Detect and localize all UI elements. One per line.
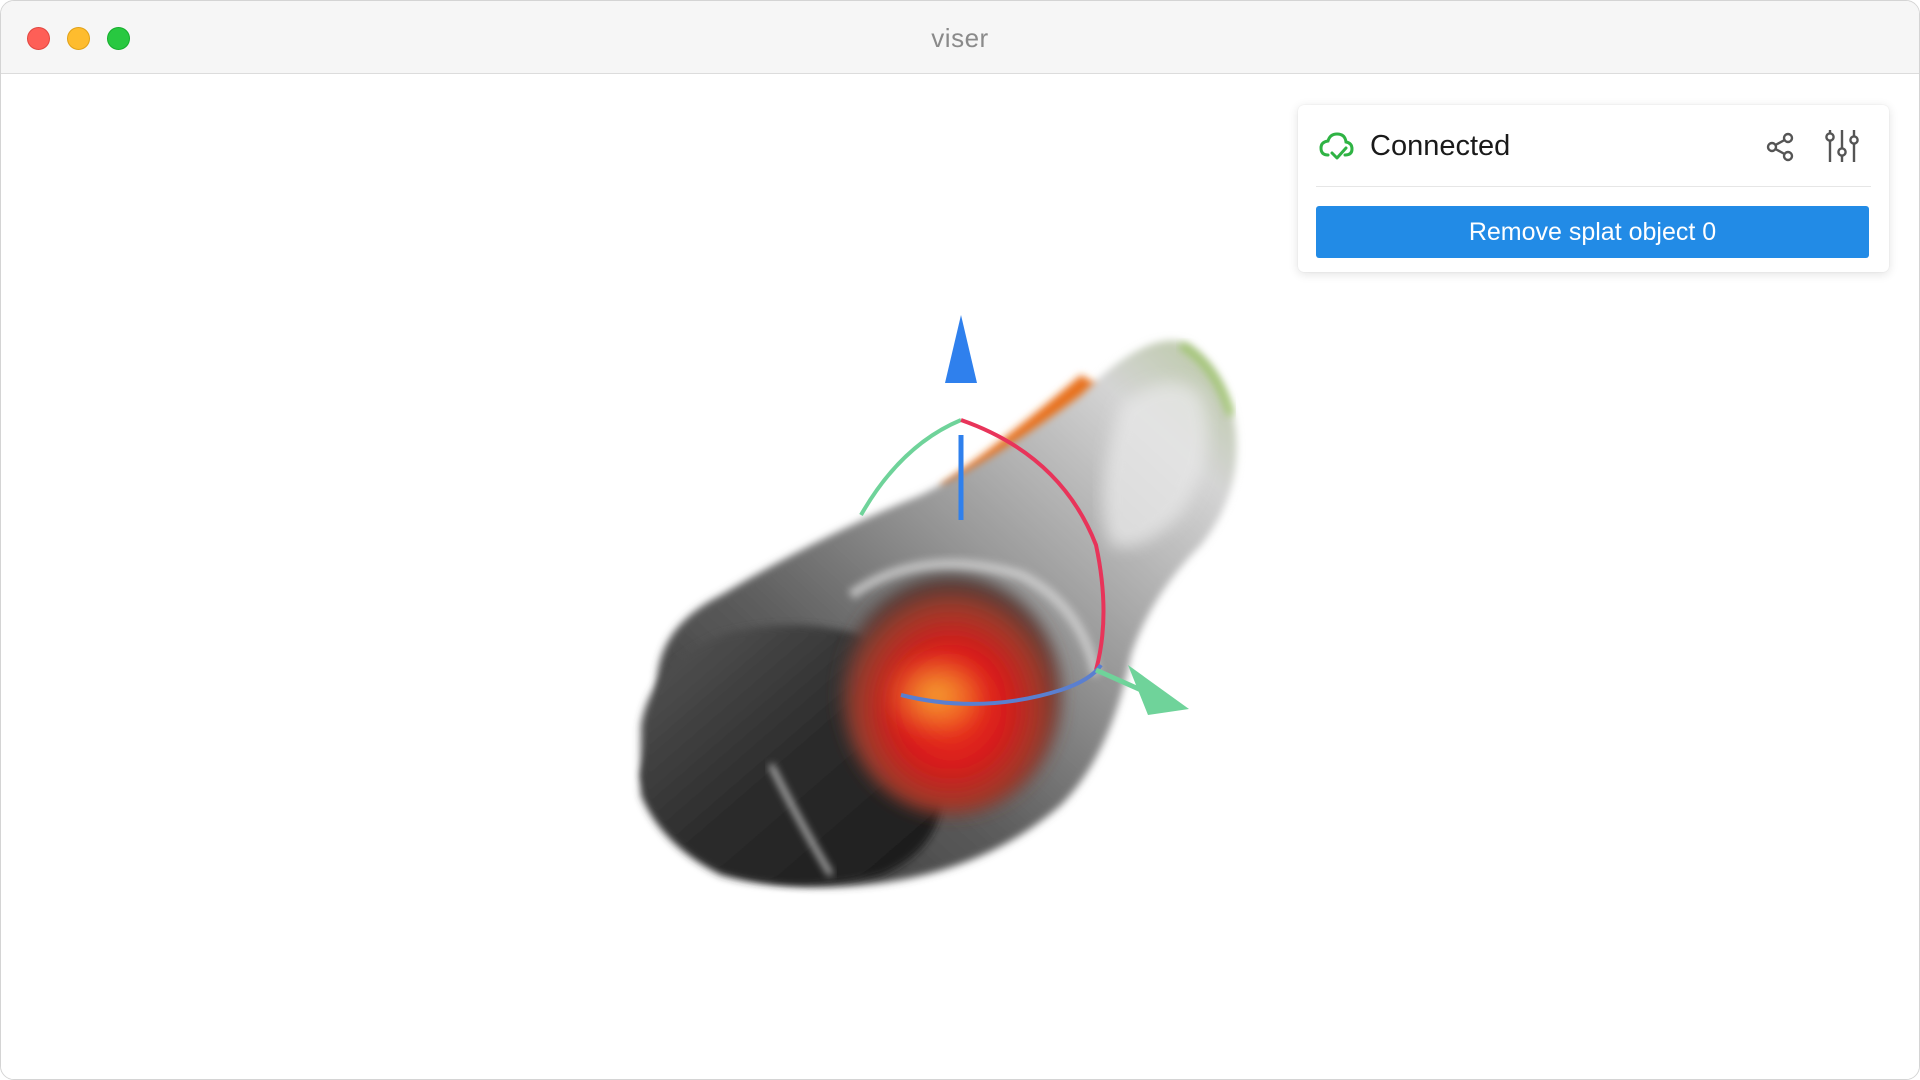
window-title: viser: [931, 23, 989, 53]
settings-sliders-icon[interactable]: [1823, 127, 1861, 165]
gizmo-z-arrow[interactable]: [945, 315, 977, 383]
app-window: viser Connected Remove splat object 0: [0, 0, 1920, 1080]
title-bar: viser: [1, 1, 1919, 74]
connection-status: Connected: [1370, 130, 1511, 162]
control-panel: Connected Remove splat object 0: [1298, 105, 1889, 272]
splat-object[interactable]: [641, 340, 1237, 887]
3d-viewport[interactable]: Connected Remove splat object 0: [1, 75, 1919, 1079]
cloud-check-icon: [1319, 132, 1354, 160]
panel-header: Connected: [1316, 105, 1871, 187]
remove-splat-button[interactable]: Remove splat object 0: [1316, 206, 1869, 258]
share-icon[interactable]: [1764, 131, 1796, 163]
